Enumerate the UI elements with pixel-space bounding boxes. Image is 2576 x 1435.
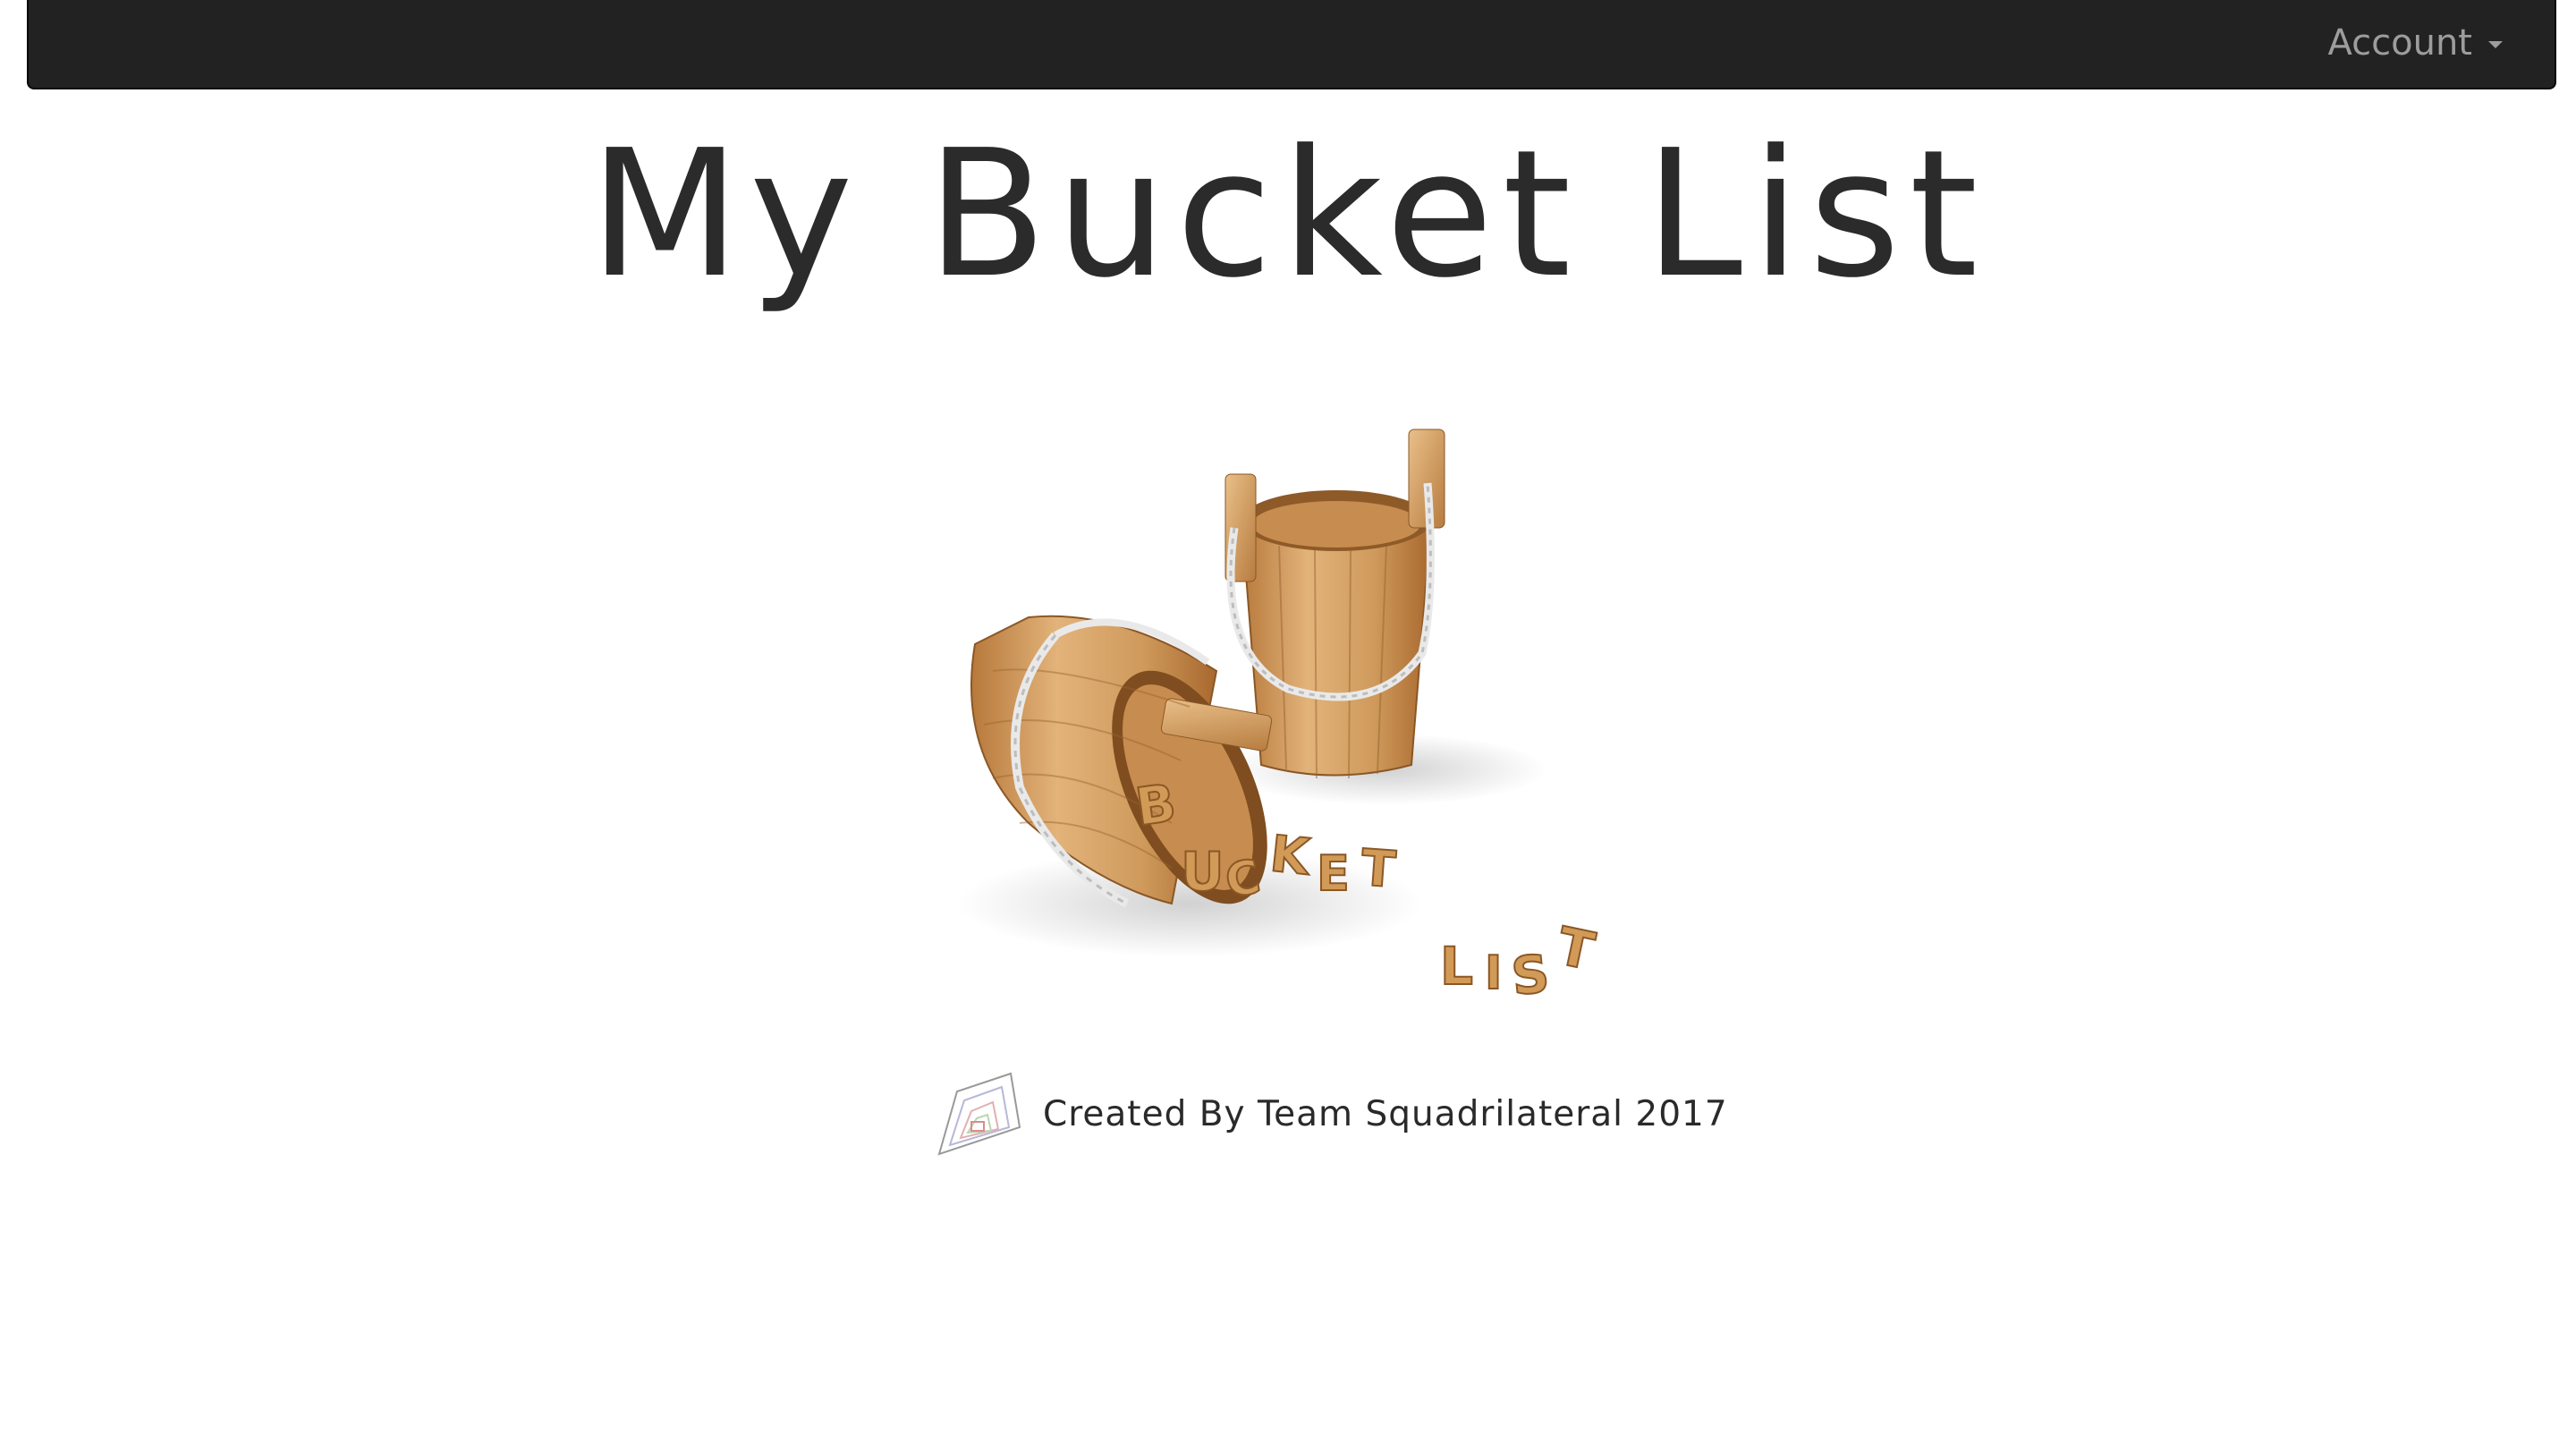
bucket-list-image: B U C K E T L I S T	[957, 429, 1601, 1008]
top-navbar: Account	[27, 0, 2556, 89]
credit-text: Created By Team Squadrilateral 2017	[1043, 1093, 1728, 1134]
svg-text:E: E	[1317, 845, 1350, 902]
svg-text:S: S	[1509, 943, 1553, 1007]
account-dropdown[interactable]: Account	[2327, 20, 2503, 66]
svg-text:B: B	[1131, 772, 1179, 837]
team-logo-icon	[937, 1072, 1021, 1156]
caret-down-icon	[2488, 41, 2503, 48]
svg-text:T: T	[1360, 839, 1398, 900]
svg-text:L: L	[1440, 936, 1473, 997]
svg-text:T: T	[1552, 915, 1599, 982]
account-label: Account	[2327, 22, 2472, 64]
footer-credit: Created By Team Squadrilateral 2017	[930, 1065, 1728, 1163]
svg-text:U: U	[1181, 841, 1224, 904]
svg-text:I: I	[1485, 947, 1502, 1000]
page-title: My Bucket List	[589, 113, 1987, 317]
